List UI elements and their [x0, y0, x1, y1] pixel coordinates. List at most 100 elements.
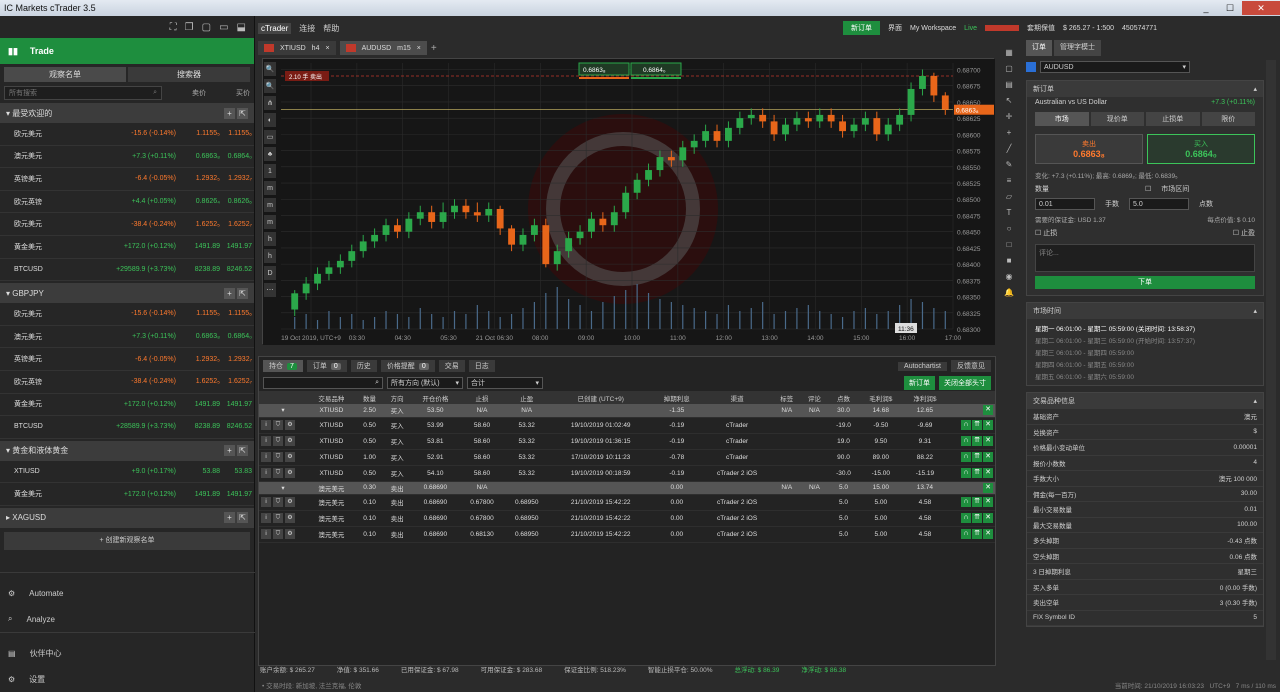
- candle-body[interactable]: [588, 218, 595, 232]
- watchlist-ask[interactable]: 1491.97: [220, 491, 252, 498]
- candle-body[interactable]: [542, 225, 550, 265]
- candle-body[interactable]: [519, 234, 527, 245]
- candle-body[interactable]: [291, 293, 299, 310]
- watchlist-bid[interactable]: 1.6252₅: [176, 378, 220, 385]
- candle-body[interactable]: [633, 179, 641, 193]
- info-icon[interactable]: i: [261, 452, 271, 462]
- comment-input[interactable]: 评论...: [1035, 244, 1255, 272]
- candle-body[interactable]: [759, 114, 767, 122]
- candle-body[interactable]: [839, 121, 846, 132]
- stop-loss-checkbox[interactable]: ☐ 止损: [1035, 228, 1057, 238]
- watchlist-row[interactable]: BTCUSD +28589.9 (+3.73%) 8238.89 8246.52: [0, 416, 254, 439]
- watchlist-row[interactable]: 黄金美元 +172.0 (+0.12%) 1491.89 1491.97: [0, 394, 254, 417]
- chart-tool-icon[interactable]: h: [264, 249, 276, 263]
- menu-ctrader[interactable]: cTrader: [258, 22, 292, 34]
- search-input[interactable]: 所有搜索 ⌕: [4, 86, 162, 100]
- candle-body[interactable]: [405, 218, 413, 232]
- chart-tool-icon[interactable]: ♣: [264, 147, 276, 161]
- callout-icon[interactable]: □: [1003, 238, 1016, 251]
- timezone[interactable]: UTC+9: [1209, 683, 1230, 690]
- close-position-icon[interactable]: ✕: [983, 497, 993, 507]
- autochartist-button[interactable]: Autochartist: [898, 361, 947, 371]
- candle-body[interactable]: [530, 225, 538, 235]
- candle-body[interactable]: [599, 218, 607, 226]
- watchlist-row[interactable]: 欧元美元 -15.6 (-0.14%) 1.1155₅ 1.1155₆: [0, 123, 254, 146]
- candle-body[interactable]: [576, 231, 584, 239]
- gear-icon[interactable]: ⚙: [285, 529, 295, 539]
- close-position-icon[interactable]: ✕: [983, 420, 993, 430]
- shield-icon[interactable]: ⛉: [273, 468, 283, 478]
- column-header[interactable]: 止盈: [504, 391, 550, 404]
- column-header[interactable]: 评论: [800, 391, 829, 404]
- gear-icon[interactable]: ⚙: [285, 497, 295, 507]
- sell-button[interactable]: 卖出 0.6863₈: [1035, 134, 1143, 164]
- candle-body[interactable]: [359, 241, 367, 252]
- candle-body[interactable]: [371, 234, 379, 242]
- add-symbol-icon[interactable]: +: [224, 107, 235, 119]
- nav-analyze[interactable]: ⌕ Analyze: [0, 606, 255, 632]
- watchlist-row[interactable]: 英镑美元 -6.4 (-0.05%) 1.2932₅ 1.2932₇: [0, 348, 254, 371]
- new-order-header[interactable]: 新订单 ▴: [1027, 81, 1263, 97]
- group-filter[interactable]: 合计 ▾: [467, 377, 543, 389]
- watchlist-bid[interactable]: 8238.89: [176, 423, 220, 430]
- edit-icon[interactable]: ⇱: [237, 445, 248, 457]
- chart-tool-icon[interactable]: ⋯: [264, 283, 276, 297]
- order-type-stop-limit[interactable]: 限价: [1201, 112, 1255, 126]
- candle-body[interactable]: [713, 131, 721, 141]
- bell-icon[interactable]: 🔔: [1003, 286, 1016, 299]
- watchlist-ask[interactable]: 8246.52: [220, 266, 252, 273]
- reverse-position-icon[interactable]: ∩: [961, 452, 971, 462]
- candle-body[interactable]: [382, 225, 390, 235]
- candle-body[interactable]: [725, 127, 732, 141]
- column-header[interactable]: 已创建 (UTC+9): [549, 391, 653, 404]
- shield-icon[interactable]: ⛉: [273, 436, 283, 446]
- double-position-icon[interactable]: ⇈: [972, 529, 982, 539]
- right-scrollbar[interactable]: [1266, 60, 1276, 660]
- info-icon[interactable]: i: [261, 529, 271, 539]
- double-position-icon[interactable]: ⇈: [972, 436, 982, 446]
- chart-tab-timeframe[interactable]: h4: [312, 45, 320, 52]
- tab-transactions[interactable]: 交易: [438, 360, 465, 372]
- fullscreen-icon[interactable]: ⛶: [170, 22, 177, 33]
- close-position-icon[interactable]: ✕: [983, 452, 993, 462]
- candle-body[interactable]: [348, 251, 356, 261]
- chart-tab-audusd[interactable]: AUDUSD m15 ×: [339, 41, 427, 55]
- tab-positions[interactable]: 持仓 7: [263, 360, 303, 372]
- watchlist-row[interactable]: 黄金美元 +172.0 (+0.12%) 1491.89 1491.97: [0, 236, 254, 259]
- layout-icon[interactable]: ▤: [1003, 78, 1016, 91]
- candle-body[interactable]: [930, 75, 938, 96]
- candle-body[interactable]: [816, 114, 824, 122]
- color-icon[interactable]: ■: [1003, 254, 1016, 267]
- fib-icon[interactable]: ≡: [1003, 174, 1016, 187]
- close-all-button[interactable]: 关闭全部头寸: [939, 376, 991, 390]
- candle-body[interactable]: [941, 95, 949, 110]
- watchlist-bid[interactable]: 0.6863₈: [176, 153, 220, 160]
- range-input[interactable]: 5.0: [1129, 198, 1189, 210]
- shield-icon[interactable]: ⛉: [273, 529, 283, 539]
- watchlist-bid[interactable]: 53.88: [176, 468, 220, 475]
- position-row[interactable]: i ⛉ ⚙ 澳元美元 0.10 卖出 0.68690 0.68130 0.68950 21/10/…: [259, 526, 995, 543]
- watchlist-ask[interactable]: 1491.97: [220, 243, 252, 250]
- watchlist-bid[interactable]: 0.6863₈: [176, 333, 220, 340]
- take-profit-checkbox[interactable]: ☐ 止盈: [1233, 228, 1255, 238]
- watchlist-bid[interactable]: 1.6252₅: [176, 221, 220, 228]
- panel-icon[interactable]: ▭: [219, 22, 228, 33]
- column-header[interactable]: 止损: [459, 391, 505, 404]
- watchlist-bid[interactable]: 1491.89: [176, 401, 220, 408]
- reverse-position-icon[interactable]: ∩: [961, 436, 971, 446]
- candle-body[interactable]: [485, 208, 493, 216]
- column-header[interactable]: 毛利润$: [858, 391, 903, 404]
- trade-section-header[interactable]: ▮▮ Trade: [0, 38, 254, 64]
- close-icon[interactable]: ×: [325, 45, 329, 52]
- window-icon[interactable]: ▢: [1003, 62, 1016, 75]
- position-group-row[interactable]: ▾ 澳元美元 0.30 卖出 0.68690 N/A 0.00 N/A N/A 5.0 15.00 1…: [259, 481, 995, 495]
- gear-icon[interactable]: ⚙: [285, 452, 295, 462]
- pen-icon[interactable]: ✎: [1003, 158, 1016, 171]
- chart-tab-timeframe[interactable]: m15: [397, 45, 411, 52]
- watchlist-group-header[interactable]: ▾ 最受欢迎的 + ⇱: [0, 103, 254, 123]
- tab-price-alerts[interactable]: 价格提醒 0: [380, 360, 435, 372]
- reverse-position-icon[interactable]: ∩: [961, 529, 971, 539]
- add-tab-icon[interactable]: +: [431, 43, 437, 54]
- watchlist-bid[interactable]: 1491.89: [176, 491, 220, 498]
- shield-icon[interactable]: ⛉: [273, 420, 283, 430]
